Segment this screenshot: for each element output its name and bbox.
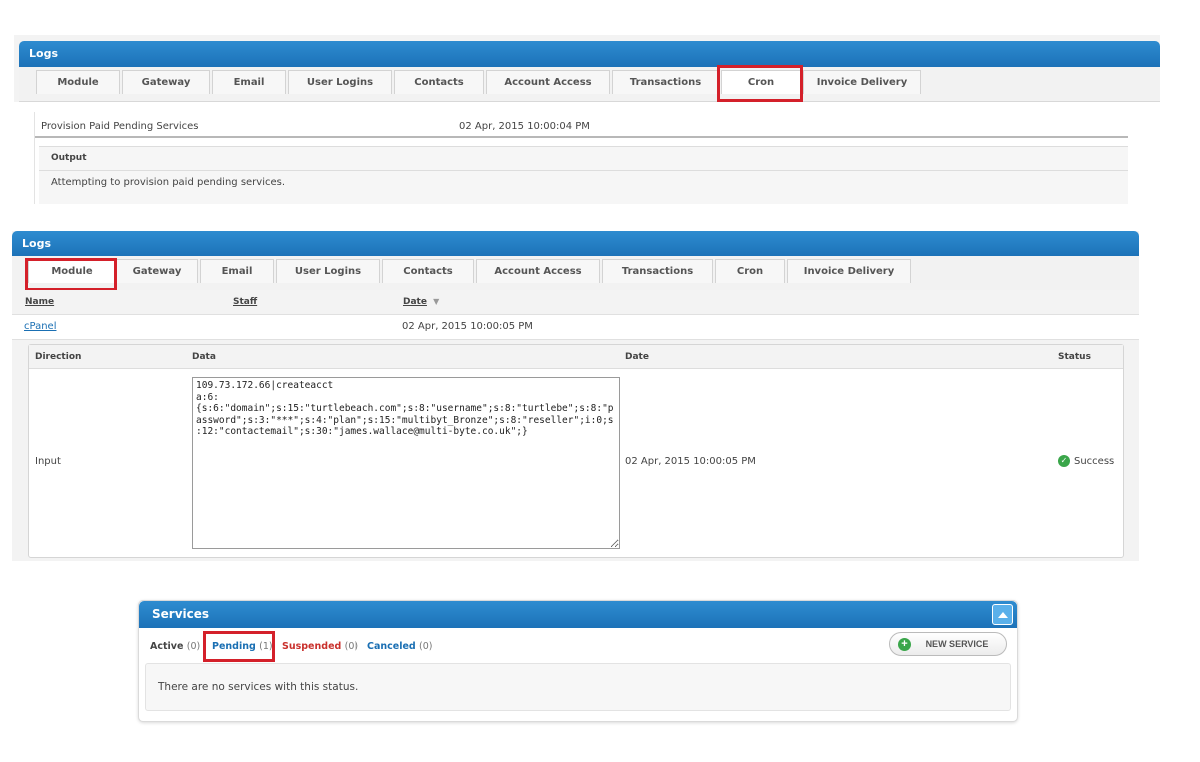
plus-icon: + (898, 638, 911, 651)
column-date[interactable]: Date ▼ (403, 297, 439, 307)
panel-title: Logs (12, 231, 1139, 256)
tab-module[interactable]: Module (36, 70, 120, 94)
column-staff[interactable]: Staff (233, 297, 257, 307)
log-table-header: Name Staff Date ▼ (24, 290, 1121, 314)
header-direction: Direction (35, 352, 82, 362)
detail-header: Direction Data Date Status (29, 345, 1123, 369)
header-data: Data (192, 352, 216, 362)
tab-user-logins[interactable]: User Logins (288, 70, 392, 94)
tab-gateway[interactable]: Gateway (122, 70, 210, 94)
tab-contacts[interactable]: Contacts (382, 259, 474, 283)
cron-log-entry: Provision Paid Pending Services 02 Apr, … (34, 112, 1128, 204)
tab-cron[interactable]: Cron (721, 70, 801, 94)
filter-active[interactable]: Active (0) (150, 641, 200, 652)
detail-date: 02 Apr, 2015 10:00:05 PM (625, 456, 756, 467)
sort-desc-icon: ▼ (433, 297, 440, 306)
empty-state-message: There are no services with this status. (145, 663, 1011, 711)
cron-task-date: 02 Apr, 2015 10:00:04 PM (459, 121, 590, 132)
status-badge: ✓ Success (1058, 455, 1114, 467)
module-logs-panel: Logs Module Gateway Email User Logins Co… (12, 231, 1139, 561)
cron-task-name: Provision Paid Pending Services (41, 121, 199, 132)
header-status: Status (1058, 352, 1091, 362)
output-label: Output (39, 147, 1128, 171)
tab-account-access[interactable]: Account Access (476, 259, 600, 283)
tab-invoice-delivery[interactable]: Invoice Delivery (787, 259, 911, 283)
tab-transactions[interactable]: Transactions (612, 70, 719, 94)
header-date: Date (625, 352, 649, 362)
filter-pending[interactable]: Pending (1) (212, 641, 273, 652)
collapse-panel-button[interactable] (992, 604, 1013, 625)
tab-cron[interactable]: Cron (715, 259, 785, 283)
status-text: Success (1074, 455, 1115, 467)
direction-value: Input (35, 456, 61, 467)
row-date: 02 Apr, 2015 10:00:05 PM (402, 321, 533, 332)
panel-title: Services (139, 601, 1017, 628)
module-name-link[interactable]: cPanel (24, 321, 56, 332)
tab-module[interactable]: Module (28, 259, 116, 283)
table-row[interactable]: cPanel 02 Apr, 2015 10:00:05 PM (12, 314, 1139, 340)
panel-title: Logs (19, 41, 1160, 67)
cron-row: Provision Paid Pending Services 02 Apr, … (35, 116, 1128, 138)
new-service-button[interactable]: + NEW SERVICE (889, 632, 1007, 656)
log-detail: Direction Data Date Status Input 02 Apr,… (28, 344, 1124, 558)
log-tabs: Module Gateway Email User Logins Contact… (12, 256, 1139, 290)
tab-email[interactable]: Email (212, 70, 286, 94)
tab-account-access[interactable]: Account Access (486, 70, 610, 94)
filter-separator: | (354, 641, 358, 651)
tab-user-logins[interactable]: User Logins (276, 259, 380, 283)
filter-suspended[interactable]: Suspended (0) (282, 641, 358, 652)
tab-transactions[interactable]: Transactions (602, 259, 713, 283)
cron-logs-panel: Logs Module Gateway Email User Logins Co… (14, 35, 1160, 102)
filter-canceled[interactable]: Canceled (0) (367, 641, 433, 652)
new-service-label: NEW SERVICE (925, 639, 989, 649)
column-name[interactable]: Name (25, 297, 54, 307)
services-panel: Services Active (0) Pending (1) Suspende… (138, 600, 1018, 722)
tab-email[interactable]: Email (200, 259, 274, 283)
output-text: Attempting to provision paid pending ser… (51, 177, 286, 188)
request-data-textarea[interactable] (192, 377, 620, 549)
tab-contacts[interactable]: Contacts (394, 70, 484, 94)
tab-gateway[interactable]: Gateway (116, 259, 198, 283)
tab-invoice-delivery[interactable]: Invoice Delivery (803, 70, 921, 94)
check-circle-icon: ✓ (1058, 455, 1070, 467)
output-block: Output Attempting to provision paid pend… (39, 146, 1128, 204)
log-tabs: Module Gateway Email User Logins Contact… (19, 67, 1160, 102)
